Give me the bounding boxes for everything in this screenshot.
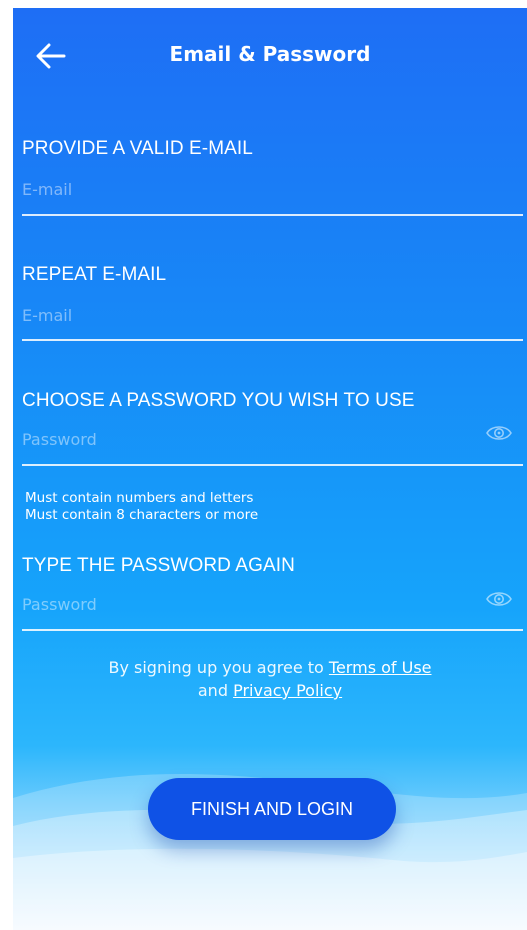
- terms-prefix: By signing up you agree to: [108, 658, 324, 677]
- hint-numbers-letters: Must contain numbers and letters: [25, 490, 254, 506]
- hint-min-length: Must contain 8 characters or more: [25, 507, 259, 523]
- finish-and-login-button[interactable]: FINISH AND LOGIN: [148, 778, 396, 840]
- password-label: CHOOSE A PASSWORD YOU WISH TO USE: [22, 390, 415, 411]
- privacy-policy-link[interactable]: Privacy Policy: [233, 681, 342, 700]
- repeat-email-label: REPEAT E-MAIL: [22, 264, 167, 285]
- show-repeat-password-eye-icon[interactable]: [485, 589, 513, 609]
- email-underline: [22, 214, 523, 216]
- repeat-email-underline: [22, 339, 523, 341]
- email-input[interactable]: [22, 178, 462, 200]
- email-label: PROVIDE A VALID E-MAIL: [22, 138, 253, 159]
- repeat-password-underline: [22, 629, 523, 631]
- repeat-email-group: REPEAT E-MAIL: [22, 264, 523, 344]
- repeat-password-group: TYPE THE PASSWORD AGAIN: [22, 555, 523, 635]
- password-underline: [22, 464, 523, 466]
- terms-notice: By signing up you agree to Terms of Use …: [13, 656, 527, 702]
- terms-of-use-link[interactable]: Terms of Use: [329, 658, 432, 677]
- password-input[interactable]: [22, 428, 462, 450]
- repeat-password-input[interactable]: [22, 593, 462, 615]
- show-password-eye-icon[interactable]: [485, 423, 513, 443]
- signup-screen: Email & Password PROVIDE A VALID E-MAIL …: [13, 8, 527, 930]
- email-group: PROVIDE A VALID E-MAIL: [22, 138, 523, 218]
- terms-middle: and: [197, 681, 228, 700]
- password-group: CHOOSE A PASSWORD YOU WISH TO USE: [22, 390, 523, 470]
- password-hints: Must contain numbers and letters Must co…: [25, 490, 258, 524]
- repeat-email-input[interactable]: [22, 304, 462, 326]
- page-title: Email & Password: [169, 42, 371, 66]
- header: Email & Password: [13, 8, 527, 102]
- repeat-password-label: TYPE THE PASSWORD AGAIN: [22, 555, 295, 576]
